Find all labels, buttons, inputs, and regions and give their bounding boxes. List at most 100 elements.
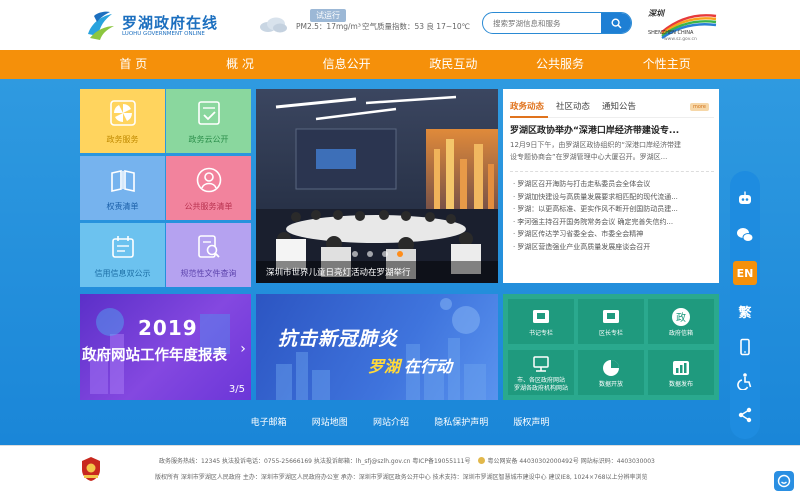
news-headline[interactable]: 罗湖区政协举办“深港口岸经济带建设专... <box>510 123 714 136</box>
nav-overview[interactable]: 概 况 <box>187 50 294 79</box>
banner-title: 政府网站工作年度报表 <box>82 348 227 364</box>
news-item[interactable]: 罗湖区传达学习省委全会、市委全会精神 <box>513 228 713 241</box>
tile-label: 政务云公开 <box>188 135 229 144</box>
footer-line-1: 政务服务热线：12345 执法投诉电话：0755-25666169 执法投诉邮箱… <box>159 456 655 465</box>
data-release-link[interactable]: 数据发布 <box>648 350 714 395</box>
chevron-right-icon[interactable]: › <box>237 339 249 359</box>
news-carousel[interactable]: 深圳市世界儿童日亮灯活动在罗湖举行 <box>256 89 498 283</box>
covid-title: 抗击新冠肺炎 <box>278 328 399 350</box>
news-summary: 12月9日下午，由罗湖区政协组织的“深港口岸经济带建 设专题协商会”在罗湖管理中… <box>510 139 714 163</box>
annual-report-banner[interactable]: 2019 政府网站工作年度报表 ‹ › 3/5 <box>80 294 251 400</box>
quick-link-label: 区长专栏 <box>598 329 623 337</box>
calendar-list-icon <box>107 231 139 263</box>
quick-link-label: 市、各区政府网站 罗湖各政府机构网站 <box>513 376 568 392</box>
carousel-caption[interactable]: 深圳市世界儿童日亮灯活动在罗湖举行 <box>266 266 411 278</box>
tile-label: 公共服务清单 <box>184 202 233 211</box>
footer-links: 电子邮箱 网站地图 网站介绍 隐私保护声明 版权声明 <box>0 416 800 436</box>
chevron-left-icon[interactable]: ‹ <box>80 339 92 359</box>
pm25-readout: PM2.5：17mg/m³ <box>296 22 361 31</box>
network-icon <box>530 353 552 375</box>
footer-link-about[interactable]: 网站介绍 <box>373 416 409 430</box>
banner-counter: 3/5 <box>228 384 245 395</box>
document-search-icon <box>193 231 225 263</box>
svg-text:政: 政 <box>676 311 686 324</box>
tile-normative-documents[interactable]: 规范性文件查询 <box>166 223 251 287</box>
tile-label: 权责清单 <box>106 202 139 211</box>
carousel-dot[interactable] <box>382 251 388 257</box>
main-area: 政务服务 政务云公开 权责清单 公共服务清单 信用信息双公示 规范性文件查询 深… <box>0 79 800 445</box>
police-badge-icon <box>478 457 486 464</box>
covid-banner[interactable]: 抗击新冠肺炎 罗湖 在行动 <box>256 294 498 400</box>
robot-icon[interactable] <box>733 187 757 211</box>
carousel-dot-active[interactable] <box>397 251 403 257</box>
tile-government-services[interactable]: 政务服务 <box>80 89 165 153</box>
traditional-chinese-icon[interactable]: 繁 <box>733 299 757 323</box>
nav-personal-page[interactable]: 个性主页 <box>613 50 720 79</box>
search-input[interactable] <box>483 13 603 33</box>
search-button[interactable] <box>601 13 631 33</box>
carousel-dot[interactable] <box>367 251 373 257</box>
tab-government-news[interactable]: 政务动态 <box>510 100 544 112</box>
shenzhen-logo-subtitle: SHENZHEN CHINA <box>648 30 694 36</box>
accessibility-icon[interactable] <box>733 369 757 393</box>
flag-icon <box>600 306 622 328</box>
main-nav: 首 页 概 况 信息公开 政民互动 公共服务 个性主页 <box>0 50 800 79</box>
site-logo[interactable]: 罗湖政府在线 LUOHU GOVERNMENT ONLINE 试运行 <box>84 8 346 42</box>
news-item[interactable]: 罗湖区召开海防与打击走私委员会全体会议 <box>513 178 713 191</box>
english-icon[interactable]: EN <box>733 261 757 285</box>
news-summary-line: 12月9日下午，由罗湖区政协组织的“深港口岸经济带建 <box>510 141 681 149</box>
tab-community-news[interactable]: 社区动态 <box>556 100 590 112</box>
quick-link-label: 数据发布 <box>668 380 693 388</box>
quick-link-label: 书记专栏 <box>528 329 553 337</box>
search-box <box>482 12 632 34</box>
site-footer: 政务服务热线：12345 执法投诉电话：0755-25666169 执法投诉邮箱… <box>0 445 800 493</box>
aqi-readout: 空气质量指数：53 良 17~10℃ <box>362 22 471 31</box>
quick-links-panel: 书记专栏 区长专栏 政 政府信箱 市、各区政府网站 罗湖各政府机构网站 数据开放… <box>503 294 719 400</box>
flag-icon <box>530 306 552 328</box>
site-subtitle: LUOHU GOVERNMENT ONLINE <box>122 31 205 37</box>
footer-link-privacy[interactable]: 隐私保护声明 <box>434 416 488 430</box>
tile-label: 政务服务 <box>106 135 139 144</box>
shenzhen-logo[interactable]: 深圳 SHENZHEN CHINA www.sz.gov.cn <box>646 6 718 44</box>
footer-link-email[interactable]: 电子邮箱 <box>251 416 287 430</box>
site-title: 罗湖政府在线 <box>122 14 219 32</box>
news-item[interactable]: 罗湖区营造强业产业高质量发展座谈会召开 <box>513 241 713 254</box>
tile-cloud-disclosure[interactable]: 政务云公开 <box>166 89 251 153</box>
covid-subtitle-highlight: 罗湖 <box>368 357 401 376</box>
carousel-dot[interactable] <box>352 251 358 257</box>
tab-announcements[interactable]: 通知公告 <box>602 100 636 112</box>
shenzhen-logo-url: www.sz.gov.cn <box>664 37 697 42</box>
nav-home[interactable]: 首 页 <box>80 50 187 79</box>
news-item[interactable]: 罗湖加快建设与高质量发展要求相匹配的现代流通... <box>513 191 713 204</box>
footer-link-copyright[interactable]: 版权声明 <box>513 416 549 430</box>
chat-smile-icon[interactable] <box>774 471 794 491</box>
news-item[interactable]: 罗湖：以更高标准、更实作风不断开创国防动员建... <box>513 203 713 216</box>
news-item[interactable]: 李河强主持召开国务院常务会议 确定完善失信约... <box>513 216 713 229</box>
user-icon <box>193 164 225 196</box>
mobile-icon[interactable] <box>733 335 757 359</box>
quick-link-label: 数据开放 <box>598 380 623 388</box>
police-record[interactable]: 粤公网安备 44030302000492号 网站标识码：4403030003 <box>478 457 655 465</box>
search-icon <box>610 17 622 29</box>
wechat-icon[interactable] <box>733 223 757 247</box>
nav-public-services[interactable]: 公共服务 <box>507 50 614 79</box>
more-link[interactable]: more <box>690 103 709 111</box>
footer-hotline-info: 政务服务热线：12345 执法投诉电话：0755-25666169 执法投诉邮箱… <box>159 458 471 465</box>
nav-info-disclosure[interactable]: 信息公开 <box>293 50 400 79</box>
secretary-column-link[interactable]: 书记专栏 <box>508 299 574 344</box>
district-websites-link[interactable]: 市、各区政府网站 罗湖各政府机构网站 <box>508 350 574 395</box>
tile-credit-disclosure[interactable]: 信用信息双公示 <box>80 223 165 287</box>
party-government-emblem-icon[interactable] <box>80 456 102 482</box>
tile-power-list[interactable]: 权责清单 <box>80 156 165 220</box>
active-tab-indicator <box>510 116 548 118</box>
government-mailbox-link[interactable]: 政 政府信箱 <box>648 299 714 344</box>
data-open-link[interactable]: 数据开放 <box>578 350 644 395</box>
tile-public-service-list[interactable]: 公共服务清单 <box>166 156 251 220</box>
nav-interaction[interactable]: 政民互动 <box>400 50 507 79</box>
news-summary-line: 设专题协商会”在罗湖管理中心大厦召开。罗湖区... <box>510 153 668 161</box>
carousel-dots <box>352 251 403 257</box>
mayor-column-link[interactable]: 区长专栏 <box>578 299 644 344</box>
carousel-caption-bar: 深圳市世界儿童日亮灯活动在罗湖举行 <box>256 261 498 283</box>
footer-link-sitemap[interactable]: 网站地图 <box>312 416 348 430</box>
weather-widget: PM2.5：17mg/m³ 空气质量指数：53 良 17~10℃ <box>258 15 498 35</box>
